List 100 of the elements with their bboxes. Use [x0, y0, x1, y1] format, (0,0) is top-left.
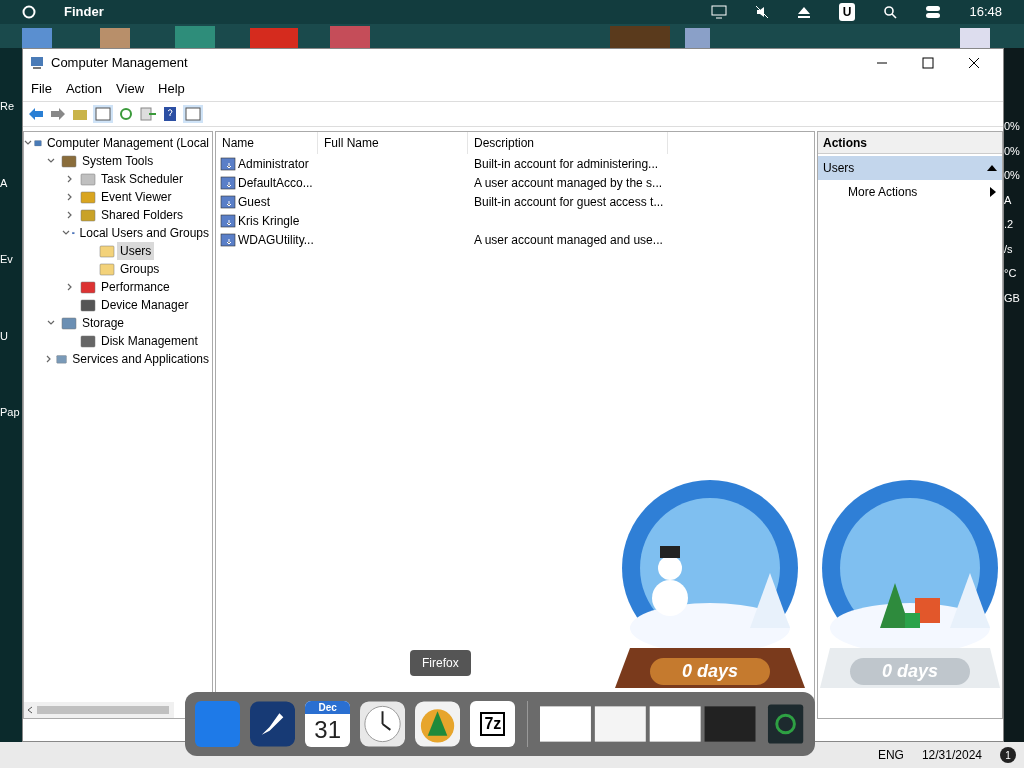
tree-item[interactable]: Event Viewer	[98, 188, 175, 206]
tree-item[interactable]: Shared Folders	[98, 206, 187, 224]
expand-chevron-icon[interactable]	[66, 193, 74, 201]
user-icon	[220, 193, 236, 210]
description-cell-text: Built-in account for guest access t...	[473, 193, 665, 211]
window-thumbnails-drawing[interactable]	[540, 704, 756, 744]
recycle-bin-icon[interactable]	[765, 702, 806, 746]
description-cell-text: Built-in account for administering...	[473, 155, 660, 173]
node-icon	[80, 208, 96, 222]
desktop-icon-label: Pap	[0, 405, 21, 420]
widget-reading: A	[1004, 192, 1013, 208]
user-name[interactable]: Guest	[238, 192, 270, 211]
tree-item[interactable]: Computer Management (Local	[43, 134, 212, 152]
notification-count[interactable]: 1	[1000, 747, 1016, 763]
mute-icon[interactable]	[754, 5, 769, 19]
node-icon	[80, 280, 96, 294]
window-title: Computer Management	[51, 54, 188, 73]
action-item[interactable]: More Actions	[818, 180, 1002, 204]
tree-item[interactable]: Disk Management	[98, 332, 201, 350]
taskbar-date[interactable]: 12/31/2024	[921, 746, 982, 764]
node-icon	[80, 172, 96, 186]
calendar-month: Dec	[305, 701, 351, 714]
tree-item[interactable]: Task Scheduler	[98, 170, 187, 188]
menu-item[interactable]: View	[116, 79, 145, 99]
help-icon[interactable]	[161, 106, 179, 122]
tree-item[interactable]: Performance	[98, 278, 173, 296]
calendar-icon[interactable]: Dec 31	[305, 701, 351, 747]
collapse-chevron-icon[interactable]	[47, 319, 55, 327]
user-badge[interactable]: U	[838, 3, 856, 21]
widget-reading: /s	[1004, 241, 1014, 257]
tree-item[interactable]: Users	[117, 242, 155, 260]
user-name[interactable]: Administrator	[238, 154, 309, 173]
export-list-icon[interactable]	[139, 106, 157, 122]
node-icon	[61, 316, 77, 330]
node-icon	[61, 154, 77, 168]
tree-item[interactable]: Services and Applications	[69, 350, 212, 368]
tree-item[interactable]: Storage	[79, 314, 128, 332]
collapse-chevron-icon[interactable]	[62, 229, 70, 237]
toggles-icon[interactable]	[925, 5, 942, 19]
eject-icon[interactable]	[796, 5, 811, 19]
expand-chevron-icon[interactable]	[66, 283, 74, 291]
folder-icon	[99, 244, 115, 258]
user-icon	[220, 155, 236, 172]
desktop-icon-label: Ev	[0, 252, 14, 267]
user-name[interactable]: WDAGUtility...	[238, 230, 314, 249]
column-header[interactable]: Full Name	[318, 132, 468, 154]
widget-reading: .2	[1004, 217, 1015, 232]
section-title: Users	[823, 160, 856, 177]
actions-section[interactable]: Users	[818, 156, 1002, 180]
widget-reading: GB	[1004, 290, 1021, 306]
widget-reading: 0%	[1004, 119, 1021, 134]
clock-icon[interactable]	[360, 701, 406, 747]
widget-reading: 0%	[1004, 143, 1021, 159]
horizontal-scrollbar[interactable]	[24, 702, 174, 718]
desktop-icon-label: A	[0, 175, 9, 191]
tooltip: Firefox	[410, 650, 471, 676]
scroll-left-icon[interactable]	[26, 706, 34, 714]
user-icon	[220, 174, 236, 191]
console-tree-icon[interactable]	[93, 105, 113, 123]
column-header[interactable]: Name	[216, 132, 318, 154]
back-arrow-icon[interactable]	[27, 106, 45, 122]
node-icon	[80, 190, 96, 204]
collapse-arrow-icon[interactable]	[987, 165, 997, 171]
expand-chevron-icon[interactable]	[66, 211, 74, 219]
archive-app-icon[interactable]: 7z	[470, 701, 516, 747]
node-icon	[80, 334, 96, 348]
description-cell-text: A user account managed and use...	[473, 231, 664, 249]
computer-icon	[29, 55, 45, 71]
submenu-arrow-icon	[990, 187, 996, 197]
menu-item[interactable]: Action	[65, 79, 103, 99]
monitor-icon[interactable]	[710, 5, 727, 19]
user-name[interactable]: DefaultAcco...	[238, 173, 313, 192]
desktop-icon-label: Re	[0, 99, 16, 114]
menu-item[interactable]: Help	[158, 79, 185, 99]
circle-icon[interactable]	[22, 5, 36, 19]
desktop-icon-label: U	[0, 328, 9, 344]
menu-item[interactable]: File	[31, 79, 52, 99]
tree-item[interactable]: Groups	[117, 260, 163, 278]
description-cell-text: A user account managed by the s...	[473, 174, 664, 192]
app-name[interactable]: Finder	[64, 2, 104, 22]
tree-item[interactable]: System Tools	[79, 152, 157, 170]
refresh-icon[interactable]	[117, 106, 135, 122]
tree-item[interactable]: Local Users and Groups	[76, 224, 212, 242]
archive-label: 7z	[480, 712, 506, 736]
collapse-chevron-icon[interactable]	[24, 139, 32, 147]
actions-header: Actions	[818, 132, 1002, 154]
language-indicator[interactable]: ENG	[877, 746, 904, 764]
expand-chevron-icon[interactable]	[44, 355, 53, 363]
user-icon	[220, 212, 236, 229]
expand-chevron-icon[interactable]	[66, 175, 74, 183]
christmas-tree-icon[interactable]	[415, 701, 461, 747]
collapse-chevron-icon[interactable]	[47, 157, 55, 165]
tree-item[interactable]: Device Manager	[98, 296, 192, 314]
forward-arrow-icon[interactable]	[49, 106, 67, 122]
user-name[interactable]: Kris Kringle	[238, 211, 300, 230]
node-icon	[80, 298, 96, 312]
column-header[interactable]: Description	[468, 132, 668, 154]
search-icon[interactable]	[883, 5, 898, 19]
clock-time: 16:48	[969, 3, 1002, 22]
node-icon	[56, 352, 68, 366]
